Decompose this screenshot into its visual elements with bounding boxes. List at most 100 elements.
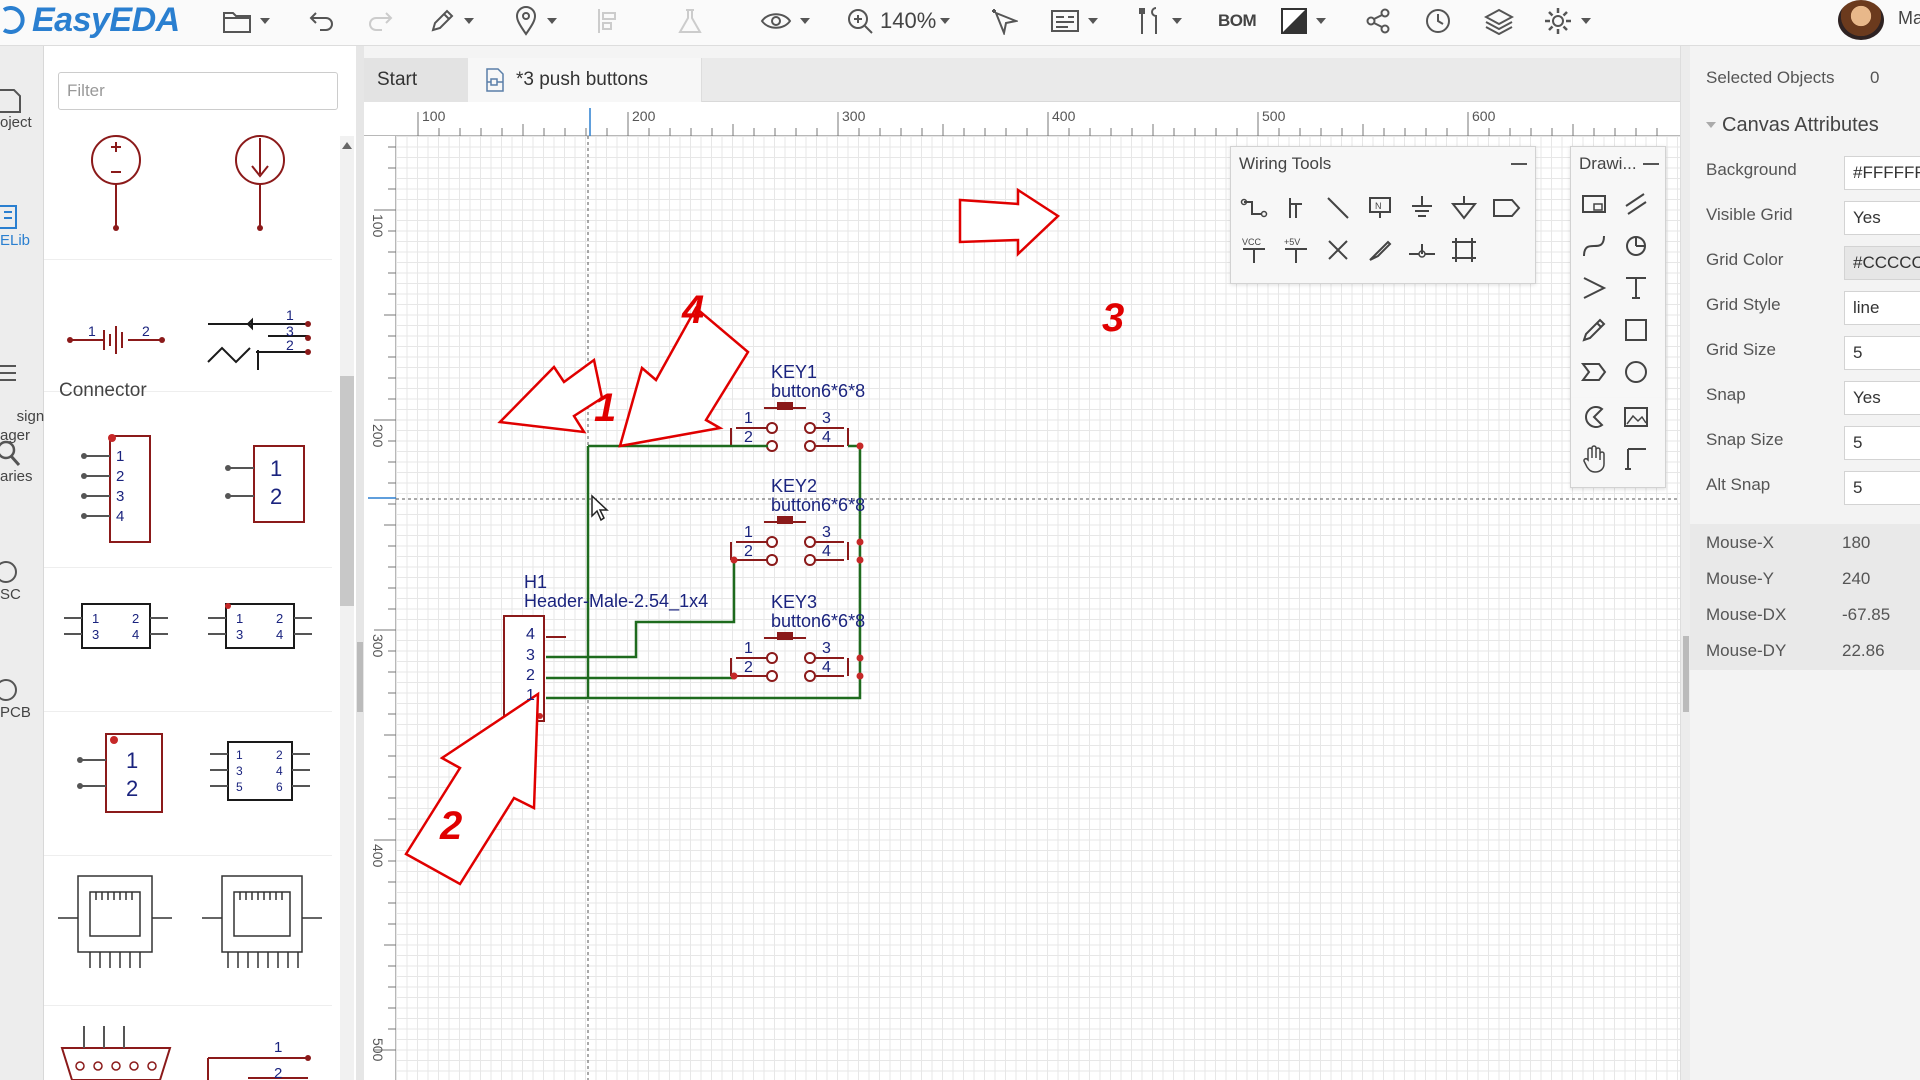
file-menu-button[interactable]: [222, 4, 270, 38]
design-check-button[interactable]: [990, 4, 1018, 38]
net-port-tool[interactable]: [1489, 191, 1523, 225]
collapse-icon[interactable]: [1706, 122, 1716, 128]
key1-pin1: 1: [744, 410, 753, 427]
library-item-header-2x3[interactable]: 1 3 5 2 4 6: [188, 712, 332, 856]
nav-lcsc[interactable]: SC: [0, 560, 44, 603]
settings-button[interactable]: [1543, 4, 1591, 38]
library-item-rj45-alt[interactable]: [188, 856, 332, 1006]
redo-button[interactable]: [366, 4, 394, 38]
svg-text:1: 1: [236, 611, 243, 626]
mouse-dx-label: Mouse-DX: [1706, 605, 1787, 624]
probe-tool[interactable]: [1363, 233, 1397, 267]
library-item-current-source[interactable]: [188, 128, 332, 260]
library-item-battery[interactable]: 12: [44, 260, 188, 392]
library-item-header-1x2-large[interactable]: 12: [44, 712, 188, 856]
tools-menu-button[interactable]: [1136, 4, 1182, 38]
drawing-tools-minimize-button[interactable]: [1643, 163, 1659, 165]
zoom-button[interactable]: 140%: [846, 4, 951, 38]
library-item-power-source[interactable]: [44, 128, 188, 260]
draw-text-tool[interactable]: [1619, 271, 1653, 305]
draw-freehand-tool[interactable]: [1577, 313, 1611, 347]
no-connect-tool[interactable]: [1321, 233, 1355, 267]
tab-schematic-label: *3 push buttons: [516, 69, 649, 90]
attr-visible-grid-select[interactable]: Yes: [1844, 201, 1920, 235]
right-panel-splitter[interactable]: [1680, 46, 1690, 1080]
place-menu-button[interactable]: [513, 4, 557, 38]
attr-snap-select[interactable]: Yes: [1844, 381, 1920, 415]
ground-tool[interactable]: [1405, 191, 1439, 225]
library-item-header-1x2[interactable]: 12: [188, 424, 332, 568]
bus-tool[interactable]: [1279, 191, 1313, 225]
library-item-header-1x4[interactable]: 1 2 3 4: [44, 424, 188, 568]
view-menu-button[interactable]: [760, 4, 810, 38]
key1-pin4: 4: [822, 429, 831, 446]
app-logo[interactable]: EasyEDA: [0, 0, 180, 40]
svg-text:2: 2: [270, 484, 282, 509]
scroll-up-icon[interactable]: [342, 142, 352, 149]
draw-arc-tool[interactable]: [1619, 229, 1653, 263]
undo-button[interactable]: [308, 4, 336, 38]
draw-rectangle-tool[interactable]: [1619, 313, 1653, 347]
draw-dimension-tool[interactable]: [1619, 442, 1653, 476]
edit-menu-button[interactable]: [428, 4, 474, 38]
app-name: EasyEDA: [32, 0, 180, 39]
history-button[interactable]: [1424, 4, 1452, 38]
nav-libraries[interactable]: aries: [0, 438, 44, 485]
user-avatar[interactable]: [1838, 0, 1884, 40]
library-scrollbar[interactable]: [340, 136, 354, 1080]
library-item-rj45[interactable]: [44, 856, 188, 1006]
wiring-tools-minimize-button[interactable]: [1511, 163, 1527, 165]
layers-button[interactable]: [1484, 4, 1514, 38]
nav-jlcpcb[interactable]: PCB: [0, 678, 44, 721]
draw-image-tool[interactable]: [1577, 187, 1611, 221]
left-panel-splitter[interactable]: [356, 46, 364, 1080]
mouse-x-label: Mouse-X: [1706, 533, 1775, 552]
bus-entry-tool[interactable]: [1321, 191, 1355, 225]
draw-arrow-tool[interactable]: [1577, 271, 1611, 305]
library-item-db9[interactable]: [44, 1006, 188, 1080]
draw-polygon-tool[interactable]: [1577, 355, 1611, 389]
user-name[interactable]: Ma: [1898, 8, 1920, 29]
library-scroll-thumb[interactable]: [340, 376, 354, 606]
net-label-tool[interactable]: N: [1363, 191, 1397, 225]
pan-tool[interactable]: [1577, 442, 1611, 476]
library-item-connector-2pin[interactable]: 12: [188, 1006, 332, 1080]
pencil-icon: [431, 9, 454, 32]
project-icon: [0, 89, 21, 113]
attr-grid-style-select[interactable]: line: [1844, 291, 1920, 325]
netlist-button[interactable]: [1050, 4, 1098, 38]
5v-tool[interactable]: +5V: [1279, 233, 1313, 267]
tab-start[interactable]: Start: [364, 58, 468, 102]
theme-button[interactable]: [1280, 4, 1326, 38]
attr-alt-snap-input[interactable]: 5: [1844, 471, 1920, 505]
tab-schematic[interactable]: *3 push buttons: [468, 58, 702, 102]
wire-tool[interactable]: [1237, 191, 1271, 225]
library-filter-input[interactable]: [58, 72, 338, 110]
attr-grid-size-input[interactable]: 5: [1844, 336, 1920, 370]
draw-circle-tool[interactable]: [1619, 355, 1653, 389]
library-item-audio-jack[interactable]: 132: [188, 260, 332, 392]
image-button[interactable]: [676, 4, 704, 38]
draw-pie-tool[interactable]: [1577, 400, 1611, 434]
drawing-tools-panel-lower: [1570, 398, 1666, 488]
bom-button[interactable]: BOM: [1218, 4, 1257, 38]
draw-polyline-tool[interactable]: [1619, 187, 1653, 221]
schematic-canvas[interactable]: 100 200 300 400 500 600 100 200 300 400 …: [364, 102, 1680, 1080]
draw-bezier-tool[interactable]: [1577, 229, 1611, 263]
library-item-header-2x2-alt[interactable]: 13 24: [188, 568, 332, 712]
nav-elib[interactable]: ELib: [0, 202, 44, 249]
canvas-attributes-heading[interactable]: Canvas Attributes: [1722, 114, 1879, 137]
library-item-header-2x2[interactable]: 13 24: [44, 568, 188, 712]
ground-alt-tool[interactable]: [1447, 191, 1481, 225]
draw-picture-tool[interactable]: [1619, 400, 1653, 434]
share-button[interactable]: [1364, 4, 1392, 38]
nav-project[interactable]: oject: [0, 84, 44, 131]
pin-tool[interactable]: [1405, 233, 1439, 267]
attr-grid-color-input[interactable]: #CCCCCC: [1844, 246, 1920, 280]
vcc-tool[interactable]: VCC: [1237, 233, 1271, 267]
align-button[interactable]: [596, 4, 622, 38]
group-tool[interactable]: [1447, 233, 1481, 267]
attr-snap-size-input[interactable]: 5: [1844, 426, 1920, 460]
attr-background-input[interactable]: #FFFFFF: [1844, 156, 1920, 190]
polygon-icon: [1581, 363, 1607, 381]
